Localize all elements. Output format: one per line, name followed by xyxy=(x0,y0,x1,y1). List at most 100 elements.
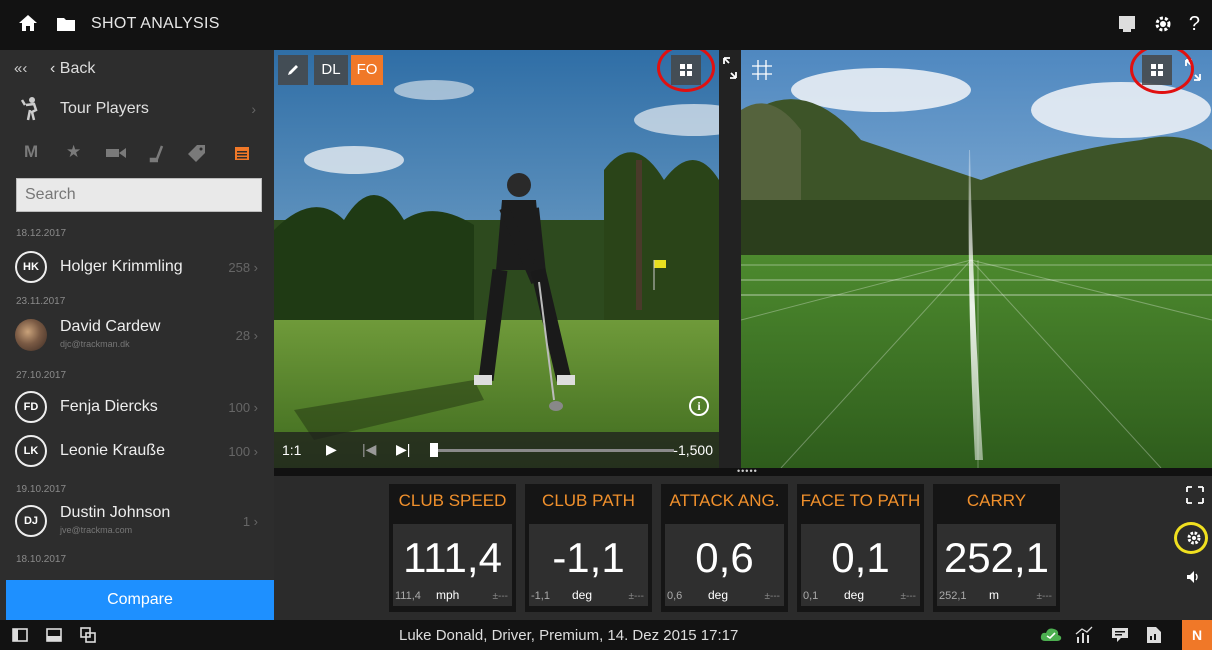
step-back-icon[interactable]: |◀ xyxy=(362,441,376,458)
grid-toggle-button[interactable] xyxy=(747,55,777,85)
compare-button[interactable]: Compare xyxy=(6,580,274,620)
player-email: jve@trackma.com xyxy=(60,525,133,535)
step-forward-icon[interactable]: ▶| xyxy=(396,441,410,458)
shot-count: 28 › xyxy=(235,328,258,343)
playback-ratio[interactable]: 1:1 xyxy=(282,442,301,458)
metric-value-area: 252,1 252,1 m ±--- xyxy=(937,524,1056,606)
metric-tile[interactable]: FACE TO PATH 0,1 0,1 deg ±--- xyxy=(797,484,924,612)
gear-icon[interactable] xyxy=(1153,14,1173,34)
settings-gear-icon[interactable] xyxy=(1186,530,1202,546)
account-badge[interactable]: N xyxy=(1182,620,1212,650)
metric-unit: deg xyxy=(708,588,729,602)
metric-unit: mph xyxy=(436,588,460,602)
player-row[interactable]: HK Holger Krimmling 258 › xyxy=(0,246,274,290)
sidebar-layout-icon[interactable] xyxy=(12,628,28,642)
player-row[interactable]: David Cardew djc@trackman.dk 28 › xyxy=(0,314,274,358)
expand-metrics-icon[interactable] xyxy=(1186,486,1204,504)
metric-unit: m xyxy=(989,588,999,602)
pencil-icon xyxy=(288,65,298,75)
playback-time: -1,500 xyxy=(673,442,713,458)
presentation-icon[interactable] xyxy=(1117,14,1137,34)
player-name: Fenja Diercks xyxy=(60,398,158,415)
club-icon[interactable] xyxy=(148,145,166,163)
player-row[interactable]: DJ Dustin Johnson jve@trackma.com 1 › xyxy=(0,500,274,544)
top-right-actions: ? xyxy=(1117,12,1200,36)
player-name: David Cardew xyxy=(60,318,161,335)
collapse-sidebar-icon[interactable]: «‹ xyxy=(14,60,27,77)
tag-icon[interactable] xyxy=(188,144,206,162)
metric-value-area: 111,4 111,4 mph ±--- xyxy=(393,524,512,606)
avatar: LK xyxy=(15,435,47,467)
status-bar: Luke Donald, Driver, Premium, 14. Dez 20… xyxy=(0,620,1212,650)
draw-tool-button[interactable] xyxy=(278,55,308,85)
back-button[interactable]: ‹ Back xyxy=(50,60,95,78)
video-camera-icon[interactable] xyxy=(106,147,126,159)
metrics-panel: CLUB SPEED 111,4 111,4 mph ±--- CLUB PAT… xyxy=(274,476,1212,620)
chevron-right-icon: › xyxy=(251,101,256,117)
shot-count: 1 › xyxy=(242,514,258,529)
cloud-sync-icon[interactable] xyxy=(1040,626,1062,642)
metric-tolerance: ±--- xyxy=(764,591,780,602)
info-icon[interactable]: i xyxy=(689,396,709,416)
player-row[interactable]: FD Fenja Diercks 100 › xyxy=(0,386,274,430)
sidebar: «‹ ‹ Back Tour Players › M ★ Search 18.1… xyxy=(0,50,274,620)
playback-handle[interactable] xyxy=(430,443,438,457)
metric-header: ATTACK ANG. xyxy=(661,484,788,518)
simulator-view-panel[interactable] xyxy=(741,50,1212,468)
golfer-icon xyxy=(20,97,38,121)
filter-m-button[interactable]: M xyxy=(24,142,38,162)
overlay-layout-icon[interactable] xyxy=(80,627,96,643)
metric-value: -1,1 xyxy=(552,534,625,581)
shot-info: Luke Donald, Driver, Premium, 14. Dez 20… xyxy=(399,627,739,644)
play-icon[interactable]: ▶ xyxy=(326,441,337,458)
metric-tile[interactable]: CLUB SPEED 111,4 111,4 mph ±--- xyxy=(389,484,516,612)
metric-value: 0,1 xyxy=(831,534,890,581)
back-row: «‹ ‹ Back xyxy=(0,50,274,88)
comment-icon[interactable] xyxy=(1111,627,1129,643)
metric-tile[interactable]: CLUB PATH -1,1 -1,1 deg ±--- xyxy=(525,484,652,612)
player-email: djc@trackman.dk xyxy=(60,339,130,349)
metric-tolerance: ±--- xyxy=(628,591,644,602)
shot-count: 258 › xyxy=(228,260,258,275)
swing-video-frame xyxy=(274,50,719,468)
metric-tolerance: ±--- xyxy=(492,591,508,602)
page-title: SHOT ANALYSIS xyxy=(91,15,220,32)
metric-sub-value: 0,1 xyxy=(803,590,819,602)
metric-tolerance: ±--- xyxy=(1036,591,1052,602)
metric-sub-value: 111,4 xyxy=(395,590,421,602)
player-row[interactable]: LK Leonie Krauße 100 › xyxy=(0,430,274,474)
player-name: Holger Krimmling xyxy=(60,258,183,275)
simulator-scene xyxy=(741,50,1212,468)
metric-sub-value: -1,1 xyxy=(531,590,550,602)
fo-view-button[interactable]: FO xyxy=(351,55,383,85)
tour-players-label: Tour Players xyxy=(60,100,149,117)
panel-separator xyxy=(719,50,741,468)
star-icon[interactable]: ★ xyxy=(66,142,81,162)
metric-value-area: 0,6 0,6 deg ±--- xyxy=(665,524,784,606)
dl-view-button[interactable]: DL xyxy=(314,55,348,85)
home-icon[interactable] xyxy=(18,13,38,33)
metric-header: CARRY xyxy=(933,484,1060,518)
stats-icon[interactable] xyxy=(1075,626,1093,644)
help-icon[interactable]: ? xyxy=(1189,12,1200,36)
filter-bar: M ★ xyxy=(0,136,274,168)
metric-value: 0,6 xyxy=(695,534,754,581)
resize-handle-icon[interactable]: ••••• xyxy=(737,466,758,476)
report-icon[interactable] xyxy=(1146,626,1162,644)
metric-header: CLUB PATH xyxy=(525,484,652,518)
avatar: HK xyxy=(15,251,47,283)
folder-icon[interactable] xyxy=(56,15,76,33)
expand-icon[interactable] xyxy=(722,56,738,80)
metric-tile[interactable]: CARRY 252,1 252,1 m ±--- xyxy=(933,484,1060,612)
date-header: 18.10.2017 xyxy=(16,554,67,565)
calendar-icon[interactable] xyxy=(234,145,250,161)
speaker-icon[interactable] xyxy=(1186,570,1200,584)
search-input[interactable]: Search xyxy=(16,178,262,212)
swing-video-panel[interactable]: DL FO i 1:1 ▶ |◀ ▶| -1,500 xyxy=(274,50,719,468)
metric-unit: deg xyxy=(572,588,593,602)
metric-tile[interactable]: ATTACK ANG. 0,6 0,6 deg ±--- xyxy=(661,484,788,612)
playback-track[interactable] xyxy=(432,449,674,452)
metric-value-area: 0,1 0,1 deg ±--- xyxy=(801,524,920,606)
bottom-panel-layout-icon[interactable] xyxy=(46,628,62,642)
tour-players-item[interactable]: Tour Players › xyxy=(0,90,274,130)
